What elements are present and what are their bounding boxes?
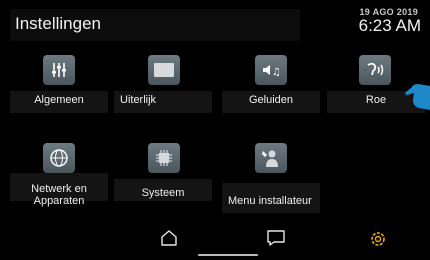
tile-netwerk[interactable]: Netwerk en Apparaten [10, 143, 108, 207]
sound-icon: ♫ [255, 55, 287, 85]
display-icon [148, 55, 180, 85]
tile-label: Systeem [141, 187, 185, 199]
call-sound-icon [359, 55, 391, 85]
tile-label: Uiterlijk [120, 94, 157, 106]
tile-algemeen[interactable]: Algemeen [10, 55, 108, 113]
pointing-hand-icon [404, 80, 430, 125]
time-display: 6:23 AM [358, 16, 421, 35]
settings-icon[interactable] [368, 229, 388, 254]
tile-label: Menu installateur [228, 195, 312, 207]
tile-geluiden[interactable]: ♫ Geluiden [222, 55, 320, 113]
installer-icon [255, 143, 287, 173]
tile-label: Geluiden [248, 94, 294, 106]
home-indicator[interactable] [198, 254, 258, 256]
home-icon[interactable] [160, 229, 178, 252]
tile-label: Algemeen [34, 94, 84, 106]
tile-uiterlijk[interactable]: Uiterlijk [114, 55, 212, 113]
tile-systeem[interactable]: Systeem [114, 143, 212, 201]
page-title: Instellingen [15, 14, 102, 33]
svg-text:♫: ♫ [272, 67, 281, 78]
chat-icon[interactable] [266, 229, 286, 252]
sliders-icon [43, 55, 75, 85]
network-globe-icon [43, 143, 75, 173]
tile-menu-installateur[interactable]: Menu installateur [222, 143, 320, 213]
chip-icon [148, 143, 180, 173]
tile-label: Netwerk en Apparaten [31, 183, 87, 207]
